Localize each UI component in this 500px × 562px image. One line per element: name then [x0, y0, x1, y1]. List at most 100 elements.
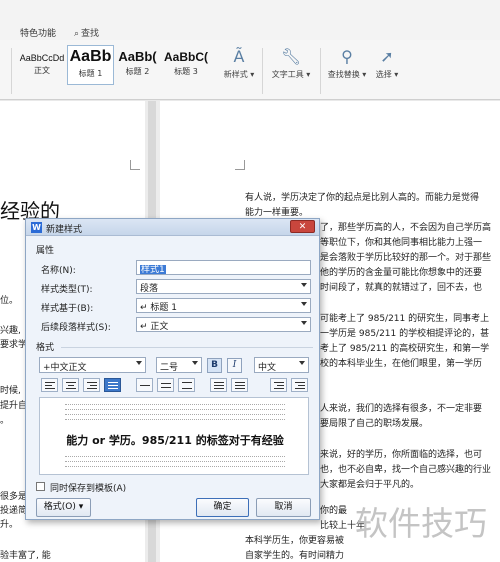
line-spacing-single-button[interactable] — [136, 378, 153, 392]
italic-button[interactable]: I — [227, 358, 242, 373]
preview-placeholder-line — [65, 404, 285, 405]
body-line: 本科学历生，你更容易被 — [245, 536, 345, 546]
find-replace-label: 查找替换 ▾ — [327, 70, 367, 79]
next-paragraph-select[interactable]: ↵ 正文 — [136, 317, 311, 332]
select-label: 选择 ▾ — [375, 70, 399, 79]
dialog-title: 新建样式 — [46, 225, 83, 235]
preview-placeholder-line — [65, 414, 285, 415]
body-line: 是会落败于学历比较好的那一个。对于那些 — [320, 253, 492, 263]
preview-placeholder-line — [65, 409, 285, 410]
align-left-button[interactable] — [41, 378, 58, 392]
style-gallery: AaBbCcDd 正文 AaBb 标题 1 AaBb( 标题 2 AaBbC( … — [16, 45, 216, 85]
body-line: 投递简 — [0, 506, 28, 516]
style-label: 标题 2 — [125, 67, 150, 76]
align-right-button[interactable] — [83, 378, 100, 392]
select-button[interactable]: ➚ 选择 ▾ — [372, 46, 402, 80]
style-type-value: 段落 — [140, 284, 159, 294]
body-line: 考上了 985/211 的高校研究生，和第一学 — [320, 344, 490, 354]
space-before-button[interactable] — [210, 378, 227, 392]
page-corner-mark — [130, 160, 140, 170]
text-tools-label: 文字工具 ▾ — [271, 70, 311, 79]
text-tools-button[interactable]: 🔧︎ 文字工具 ▾ — [268, 46, 314, 80]
font-size-select[interactable]: 二号 — [156, 357, 202, 373]
body-line: 。 — [0, 416, 10, 426]
ribbon-toolbar: AaBbCcDd 正文 AaBb 标题 1 AaBb( 标题 2 AaBbC( … — [0, 40, 500, 100]
toolbar-divider — [11, 48, 12, 94]
language-value: 中文 — [258, 363, 277, 373]
line-spacing-1-5-button[interactable] — [157, 378, 174, 392]
close-button[interactable]: ✕ — [290, 220, 315, 233]
body-line: 一学历是 985/211 的学校相提评论的，甚 — [320, 329, 490, 339]
body-line: 等职位下，你和其他同事相比能力上强一 — [320, 238, 483, 248]
next-paragraph-value: ↵ 正文 — [140, 322, 169, 332]
format-button-label: 格式(O) — [43, 502, 76, 512]
body-line: 校的本科毕业生，在他们眼里，第一学历 — [320, 359, 483, 369]
wrench-icon: 🔧︎ — [280, 47, 302, 66]
format-menu-button[interactable]: 格式(O) ▾ — [36, 498, 91, 517]
magnifier-icon: ⚲ — [341, 47, 353, 66]
based-on-select[interactable]: ↵ 标题 1 — [136, 298, 311, 313]
preview-placeholder-line — [65, 456, 285, 457]
wps-app-icon: W — [31, 222, 42, 233]
preview-placeholder-line — [65, 461, 285, 462]
line-spacing-double-button[interactable] — [178, 378, 195, 392]
new-style-button[interactable]: Ã 新样式 ▾ — [220, 46, 258, 80]
style-name-value: 样式1 — [140, 265, 166, 275]
dialog-titlebar[interactable]: W 新建样式 ✕ — [26, 219, 319, 236]
chevron-down-icon — [136, 361, 142, 365]
style-heading-3[interactable]: AaBbC( 标题 3 — [161, 45, 211, 85]
new-style-dialog: W 新建样式 ✕ 属性 名称(N): 样式1 样式类型(T): 段落 样式基于(… — [25, 218, 320, 520]
tab-search[interactable]: ⌕ 查找 — [74, 26, 99, 39]
save-to-template-checkbox[interactable] — [36, 482, 45, 491]
increase-indent-button[interactable] — [291, 378, 308, 392]
body-line: 了，那些学历高的人，不会因为自己学历高 — [320, 223, 492, 233]
ok-button[interactable]: 确定 — [196, 498, 249, 517]
tab-special-features[interactable]: 特色功能 — [20, 26, 56, 39]
body-line: 验丰富了, 能 — [0, 551, 51, 561]
find-replace-button[interactable]: ⚲ 查找替换 ▾ — [325, 46, 369, 80]
style-name-input[interactable]: 样式1 — [136, 260, 311, 275]
body-line: 要求学 — [0, 340, 28, 350]
font-size-value: 二号 — [160, 363, 179, 373]
body-line: 也，也不必自卑，找一个自己感兴趣的行业 — [320, 465, 492, 475]
align-justify-button[interactable] — [104, 378, 121, 392]
name-label: 名称(N): — [41, 266, 76, 276]
new-style-icon: Ã — [233, 47, 245, 66]
body-line: 提升自 — [0, 401, 28, 411]
style-sample: AaBbCcDd — [19, 53, 65, 63]
page-corner-mark — [235, 160, 245, 170]
ribbon-tabs: 特色功能 ⌕ 查找 — [0, 0, 500, 40]
cancel-button[interactable]: 取消 — [256, 498, 311, 517]
bold-button[interactable]: B — [207, 358, 222, 373]
next-paragraph-label: 后续段落样式(S): — [41, 323, 111, 333]
body-line: 大家都是会归于平凡的。 — [320, 480, 420, 490]
style-heading-2[interactable]: AaBb( 标题 2 — [115, 45, 160, 85]
style-type-select[interactable]: 段落 — [136, 279, 311, 294]
style-normal[interactable]: AaBbCcDd 正文 — [18, 45, 66, 85]
style-sample: AaBb — [69, 48, 112, 65]
font-value: +中文正文 — [43, 363, 87, 373]
preview-placeholder-line — [65, 466, 285, 467]
body-line: 位。 — [0, 296, 19, 306]
decrease-indent-button[interactable] — [270, 378, 287, 392]
watermark-text: 软件技巧 — [355, 504, 487, 543]
style-sample: AaBbC( — [164, 50, 208, 64]
body-line: 可能考上了 985/211 的研究生，同事考上 — [320, 314, 490, 324]
preview-placeholder-line — [65, 419, 285, 420]
align-center-button[interactable] — [62, 378, 79, 392]
style-heading-1[interactable]: AaBb 标题 1 — [67, 45, 114, 85]
font-select[interactable]: +中文正文 — [39, 357, 146, 373]
language-select[interactable]: 中文 — [254, 357, 309, 373]
style-type-label: 样式类型(T): — [41, 285, 93, 295]
save-to-template-label: 同时保存到模板(A) — [50, 484, 127, 494]
body-line: 有人说，学历决定了你的起点是比别人高的。而能力是觉得 — [245, 193, 480, 203]
close-icon: ✕ — [298, 222, 307, 232]
format-section-label: 格式 — [36, 343, 55, 353]
properties-section-label: 属性 — [36, 246, 55, 256]
style-label: 标题 1 — [78, 69, 103, 78]
space-after-button[interactable] — [231, 378, 248, 392]
body-line: 升。 — [0, 520, 19, 530]
body-line: 你的最 — [320, 506, 348, 516]
toolbar-divider — [320, 48, 321, 94]
body-line: 很多是 — [0, 492, 28, 502]
